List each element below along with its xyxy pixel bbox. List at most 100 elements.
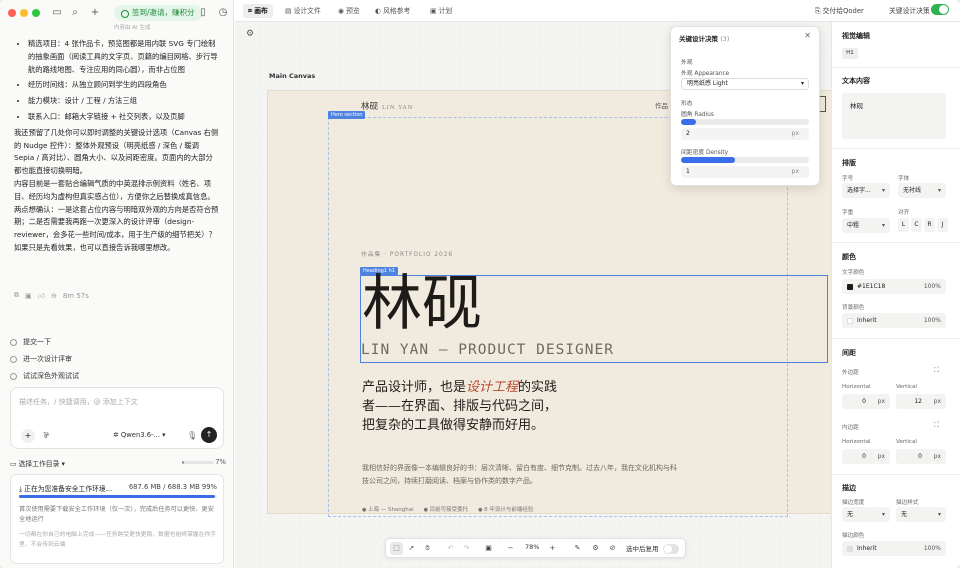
tab-preview[interactable]: ◉ 预览: [333, 4, 365, 18]
send-button[interactable]: ↑: [201, 427, 217, 443]
minimize-window-button[interactable]: [20, 9, 28, 17]
radius-slider[interactable]: [681, 119, 809, 125]
working-directory-row[interactable]: ▭ 选择工作目录 ▾ 7%: [10, 458, 226, 468]
checkin-invite-pill[interactable]: 签到/邀请，赚积分: [114, 5, 203, 21]
appearance-label: 外观 Appearance: [681, 71, 730, 77]
zoom-level[interactable]: 78%: [525, 543, 539, 551]
margin-vertical-input[interactable]: 12 px: [896, 394, 946, 409]
density-input[interactable]: 1 px: [681, 166, 809, 178]
assistant-message: 精选项目：4 张作品卡，预览图都是用内联 SVG 专门绘制的抽象画面（阅读工具的…: [14, 38, 220, 255]
expand-padding-icon[interactable]: ⛶: [934, 421, 939, 430]
radius-value: 2: [686, 130, 690, 137]
block-icon[interactable]: ⊘: [606, 542, 619, 555]
hero-section-tag: Hero section: [328, 111, 366, 119]
thumbs-up-icon[interactable]: 👍︎: [38, 291, 45, 300]
border-color-input[interactable]: Inherit 100%: [842, 541, 946, 556]
align-justify-button[interactable]: J: [937, 218, 948, 232]
tab-style-reference[interactable]: ◐ 风格参考: [370, 4, 415, 18]
decisions-toggle[interactable]: [931, 4, 949, 15]
thumbs-down-icon[interactable]: ⊖: [51, 292, 57, 300]
text-color-input[interactable]: #1E1C18 100%: [842, 279, 946, 294]
chat-bullet: 经历时间线：从独立顾问到学生的四段角色: [28, 79, 220, 92]
border-color-value: Inherit: [857, 545, 877, 552]
settings-icon[interactable]: ⚙: [589, 542, 602, 555]
add-attachment-icon[interactable]: +: [21, 429, 35, 443]
select-reuse-toggle[interactable]: [663, 544, 679, 554]
suggestion-icon: [10, 338, 17, 346]
suggestion-item[interactable]: 进一次设计评审: [10, 354, 72, 364]
frame-icon[interactable]: ▣: [482, 542, 495, 555]
meta-item: 目前可接受委托: [424, 505, 469, 513]
image-icon[interactable]: ▣: [25, 292, 32, 300]
pen-icon[interactable]: ✎: [571, 542, 584, 555]
density-slider-fill: [681, 157, 735, 163]
unit-label: px: [933, 398, 941, 405]
canvas-toolbar: ⬚ ➚ ✋︎ ↶ ↷ ▣ − 78% + ✎ ⚙ ⊘ 选中后复用: [385, 538, 686, 558]
pointer-tool-icon[interactable]: ➚: [405, 542, 418, 555]
suggestion-item[interactable]: 提交一下: [10, 337, 51, 347]
suggestion-label: 试试深色外观试试: [23, 372, 79, 380]
canvas-settings-icon[interactable]: ⚙: [246, 29, 260, 43]
search-icon[interactable]: ⌕: [68, 6, 82, 20]
lead-emphasis: 设计工程: [466, 380, 519, 395]
padding-vertical-input[interactable]: 0 px: [896, 449, 946, 464]
env-note: 一切都在你自己的电脑上完成——任务跨受更快更稳，数据也始终掌握在你手里，不会传到…: [19, 532, 217, 548]
sidebar-toggle-icon[interactable]: ▭: [50, 6, 64, 20]
microphone-icon[interactable]: 🎙︎: [187, 431, 197, 440]
maximize-window-button[interactable]: [32, 9, 40, 17]
border-width-select[interactable]: 无 ▾: [842, 507, 890, 522]
book-icon[interactable]: ▯: [196, 6, 210, 20]
zoom-out-icon[interactable]: −: [504, 542, 517, 555]
select-tool-icon[interactable]: ⬚: [390, 542, 403, 555]
font-size-select[interactable]: 选择字... ▾: [842, 183, 890, 198]
chat-input-box[interactable]: 描述任务，/ 快捷调用，@ 添加上下文 + ⅌ ✲ Qwen3.6-... ▾ …: [10, 387, 224, 449]
close-icon[interactable]: ✕: [804, 31, 811, 40]
text-content-heading: 文本内容: [842, 77, 870, 85]
border-style-select[interactable]: 无 ▾: [896, 507, 946, 522]
hero-subtitle[interactable]: LIN YAN — PRODUCT DESIGNER: [361, 342, 614, 358]
history-icon[interactable]: ◷: [216, 6, 230, 20]
undo-icon[interactable]: ↶: [444, 542, 457, 555]
radius-input[interactable]: 2 px: [681, 128, 809, 140]
mention-icon[interactable]: ⅌: [39, 429, 53, 443]
padding-horizontal-input[interactable]: 0 px: [842, 449, 890, 464]
tab-plan[interactable]: ▣ 计划: [425, 4, 457, 18]
tab-label: 计划: [438, 7, 453, 15]
chevron-down-icon: ▾: [937, 511, 941, 518]
chevron-down-icon: ▾: [59, 460, 65, 468]
font-weight-select[interactable]: 中粗 ▾: [842, 218, 890, 233]
close-window-button[interactable]: [8, 9, 16, 17]
density-label: 间距密度 Density: [681, 150, 729, 156]
chevron-down-icon: ▾: [800, 80, 804, 87]
font-family-select[interactable]: 无衬线 ▾: [898, 183, 946, 198]
redo-icon[interactable]: ↷: [460, 542, 473, 555]
align-center-button[interactable]: C: [911, 218, 922, 232]
zoom-in-icon[interactable]: +: [546, 542, 559, 555]
padding-vertical-label: Vertical: [896, 439, 917, 445]
tab-design-files[interactable]: ▤ 设计文件: [280, 4, 326, 18]
align-left-button[interactable]: L: [898, 218, 909, 232]
density-slider[interactable]: [681, 157, 809, 163]
border-color-swatch[interactable]: [847, 545, 853, 552]
new-task-icon[interactable]: +: [88, 6, 102, 20]
expand-margin-icon[interactable]: ⛶: [934, 366, 939, 375]
bg-color-input[interactable]: Inherit 100%: [842, 313, 946, 328]
text-color-swatch[interactable]: [847, 283, 853, 290]
border-color-opacity: 100%: [923, 545, 941, 552]
align-right-button[interactable]: R: [924, 218, 935, 232]
copy-icon[interactable]: ⧉: [14, 291, 19, 300]
text-content-input[interactable]: 林砚: [842, 93, 946, 139]
suggestion-item[interactable]: 试试深色外观试试: [10, 371, 79, 381]
hand-tool-icon[interactable]: ✋︎: [421, 542, 434, 555]
chat-input-placeholder[interactable]: 描述任务，/ 快捷调用，@ 添加上下文: [19, 397, 138, 407]
radius-slider-fill: [681, 119, 697, 125]
margin-horizontal-input[interactable]: 0 px: [842, 394, 890, 409]
hero-name[interactable]: 林砚: [362, 269, 482, 339]
tab-canvas[interactable]: ⌗ 画布: [243, 4, 273, 18]
appearance-select[interactable]: 明亮纸感 Light ▾: [681, 78, 809, 90]
hero-description[interactable]: 我相信好的界面像一本编辑良好的书：层次清晰、留白有度、细节克制。过去八年，我在文…: [362, 462, 682, 488]
model-selector[interactable]: ✲ Qwen3.6-... ▾: [113, 431, 166, 439]
hero-lead[interactable]: 产品设计师，也是设计工程的实践者——在界面、排版与代码之间，把复杂的工具做得安静…: [362, 378, 562, 435]
handoff-button[interactable]: ⎘ 交付给Qoder: [815, 5, 864, 16]
bg-color-swatch[interactable]: [847, 317, 853, 324]
